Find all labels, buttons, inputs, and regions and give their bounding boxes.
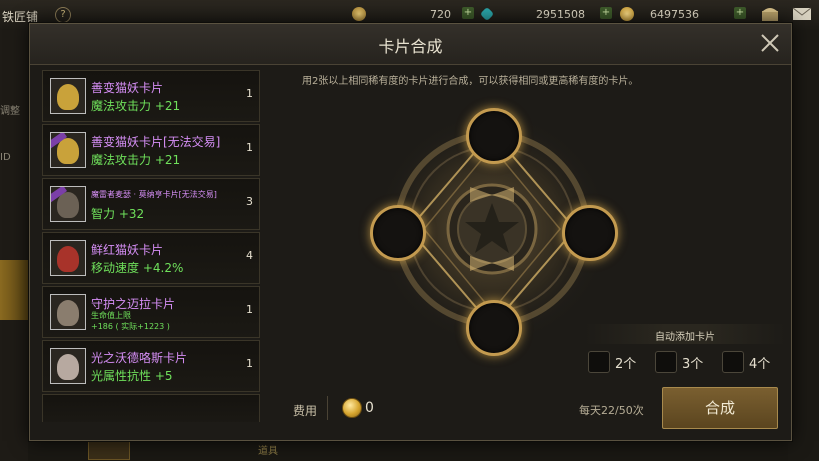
card-slot-top[interactable] (466, 108, 522, 164)
auto-add-2-label: 2个 (615, 357, 637, 372)
card-count: 1 (246, 357, 253, 370)
card-list-item[interactable]: 鲜红猫妖卡片 移动速度 +4.2% 4 (42, 232, 260, 284)
card-stat: 魔法攻击力 +21 (91, 99, 181, 113)
close-icon[interactable] (759, 32, 781, 54)
card-name: 鲜红猫妖卡片 (91, 243, 164, 257)
dialog-header: 卡片合成 (30, 24, 791, 65)
card-stat: 智力 +32 (91, 207, 145, 221)
synthesize-button[interactable]: 合成 (662, 387, 778, 429)
currency-1-value: 720 (430, 8, 451, 21)
bottom-strip: 道具 (28, 438, 788, 461)
card-count: 1 (246, 87, 253, 100)
synthesis-hint: 用2张以上相同稀有度的卡片进行合成，可以获得相同或更高稀有度的卡片。 (302, 76, 639, 87)
card-slot-right[interactable] (562, 205, 618, 261)
card-stat-line-2: +186 ( 实际+1223 ) (91, 322, 170, 331)
auto-add-4-checkbox[interactable] (722, 351, 744, 373)
sidebar-tab-2[interactable]: ID (0, 152, 26, 163)
mail-icon[interactable] (792, 5, 812, 23)
card-slot-bottom[interactable] (466, 300, 522, 356)
auto-add-3-checkbox[interactable] (655, 351, 677, 373)
currency-2-value: 2951508 (536, 8, 585, 21)
card-thumbnail (50, 294, 86, 330)
bottom-label: 道具 (258, 446, 278, 457)
card-thumbnail (50, 78, 86, 114)
card-stat: 移动速度 +4.2% (91, 261, 184, 275)
auto-add-panel: 自动添加卡片 (585, 324, 785, 344)
card-name: 善变猫妖卡片 (91, 81, 164, 95)
card-count: 3 (246, 195, 253, 208)
card-stat: 魔法攻击力 +21 (91, 153, 181, 167)
auto-add-3-label: 3个 (682, 357, 704, 372)
card-list-item[interactable]: 善变猫妖卡片[无法交易] 魔法攻击力 +21 1 (42, 124, 260, 176)
card-thumbnail (50, 348, 86, 384)
card-count: 1 (246, 303, 253, 316)
gold-coin-icon (352, 7, 366, 21)
card-name: 魔雷者麦瑟 · 莫纳亨卡片[无法交易] (91, 190, 217, 199)
crystal-icon (479, 6, 495, 22)
card-name: 光之沃德咯斯卡片 (91, 351, 188, 365)
sidebar-tab-1[interactable]: 调整 (0, 102, 26, 117)
cost-divider (327, 396, 328, 420)
add-currency-1-button[interactable]: + (462, 7, 474, 19)
auto-add-2-checkbox[interactable] (588, 351, 610, 373)
daily-limit: 每天22/50次 (579, 404, 644, 417)
card-stat: 生命值上限 +186 ( 实际+1223 ) (91, 310, 170, 332)
gold-icon (620, 7, 634, 21)
left-sidebar: 调整 ID (0, 30, 28, 461)
bottom-slot[interactable] (88, 440, 130, 460)
add-currency-2-button[interactable]: + (600, 7, 612, 19)
card-slot-left[interactable] (370, 205, 426, 261)
card-list-item[interactable]: 守护之迈拉卡片 生命值上限 +186 ( 实际+1223 ) 1 (42, 286, 260, 338)
card-thumbnail (50, 132, 86, 168)
card-synthesis-dialog: 卡片合成 善变猫妖卡片 魔法攻击力 +21 1 善变猫妖卡片[无法交易] 魔法攻… (29, 23, 792, 441)
card-list-item[interactable]: 善变猫妖卡片 魔法攻击力 +21 1 (42, 70, 260, 122)
gold-coin-icon (342, 398, 362, 418)
card-name: 善变猫妖卡片[无法交易] (91, 135, 221, 149)
cost-value: 0 (365, 400, 374, 416)
add-currency-3-button[interactable]: + (734, 7, 746, 19)
card-stat-line-1: 生命值上限 (91, 311, 131, 320)
card-list-item[interactable] (42, 394, 260, 422)
currency-3-value: 6497536 (650, 8, 699, 21)
card-list-item[interactable]: 魔雷者麦瑟 · 莫纳亨卡片[无法交易] 智力 +32 3 (42, 178, 260, 230)
cost-label: 费用 (293, 404, 318, 418)
card-list[interactable]: 善变猫妖卡片 魔法攻击力 +21 1 善变猫妖卡片[无法交易] 魔法攻击力 +2… (42, 70, 260, 422)
auto-add-4-label: 4个 (749, 357, 771, 372)
card-stat: 光属性抗性 +5 (91, 369, 173, 383)
card-list-item[interactable]: 光之沃德咯斯卡片 光属性抗性 +5 1 (42, 340, 260, 392)
auto-add-label: 自动添加卡片 (655, 332, 715, 343)
card-thumbnail (50, 240, 86, 276)
dialog-title: 卡片合成 (378, 37, 443, 56)
card-count: 1 (246, 141, 253, 154)
treasure-chest-icon[interactable] (760, 5, 780, 23)
sidebar-active-tab[interactable] (0, 260, 28, 320)
help-icon[interactable]: ? (55, 7, 71, 23)
card-thumbnail (50, 186, 86, 222)
card-count: 4 (246, 249, 253, 262)
